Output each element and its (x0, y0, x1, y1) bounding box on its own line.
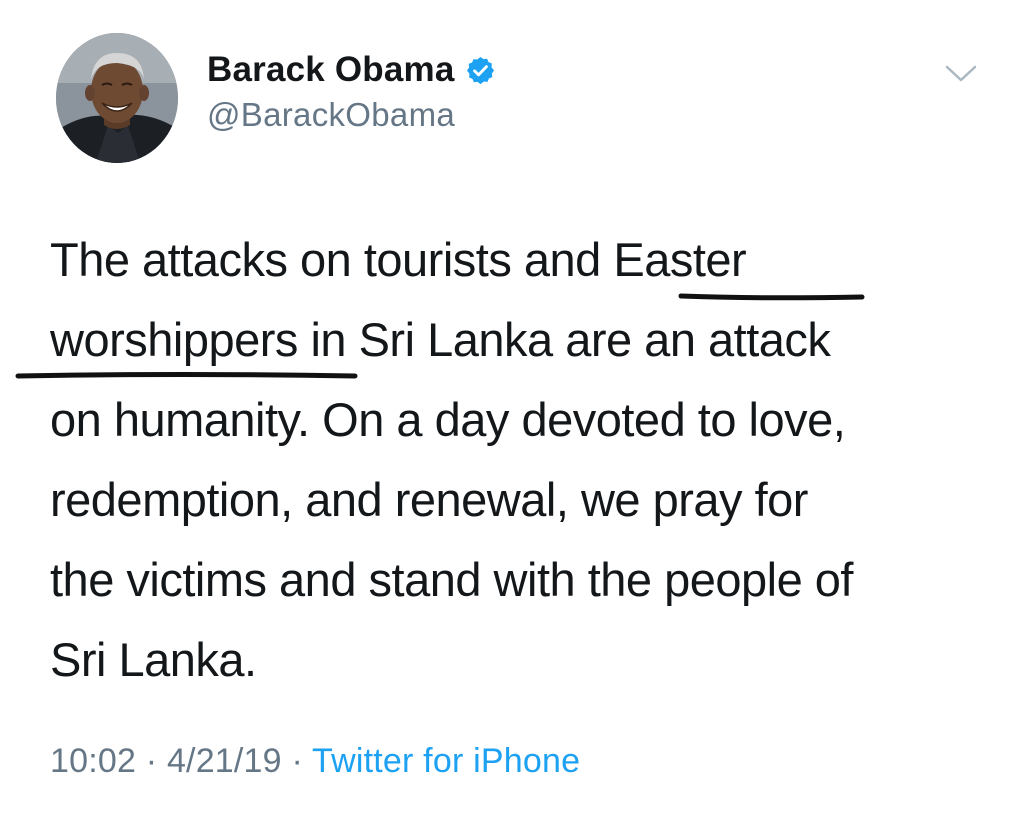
tweet-text-line: worshippers in Sri Lanka are an attack (50, 313, 831, 366)
profile-photo (56, 33, 178, 163)
author-display-name[interactable]: Barack Obama (207, 50, 455, 90)
meta-separator: · (291, 742, 303, 780)
meta-separator: · (145, 742, 158, 780)
tweet-text-line: Sri Lanka. (50, 633, 257, 686)
tweet-time[interactable]: 10:02 (50, 742, 136, 780)
tweet-text-line: The attacks on tourists and Easter (50, 233, 747, 286)
tweet-text-line: redemption, and renewal, we pray for (50, 473, 808, 526)
tweet-source-link[interactable]: Twitter for iPhone (312, 742, 580, 780)
tweet-text-line: the victims and stand with the people of (50, 553, 853, 606)
author-name-row[interactable]: Barack Obama (207, 48, 496, 92)
tweet-date[interactable]: 4/21/19 (167, 742, 282, 780)
author-handle[interactable]: @BarackObama (207, 96, 455, 134)
tweet-text-line: on humanity. On a day devoted to love, (50, 393, 846, 446)
verified-badge-icon (465, 55, 496, 86)
avatar[interactable] (56, 33, 178, 163)
tweet-meta: 10:02 · 4/21/19 · Twitter for iPhone (50, 742, 580, 781)
tweet-text: The attacks on tourists and Easter worsh… (50, 220, 1010, 700)
chevron-down-icon[interactable] (944, 58, 978, 88)
